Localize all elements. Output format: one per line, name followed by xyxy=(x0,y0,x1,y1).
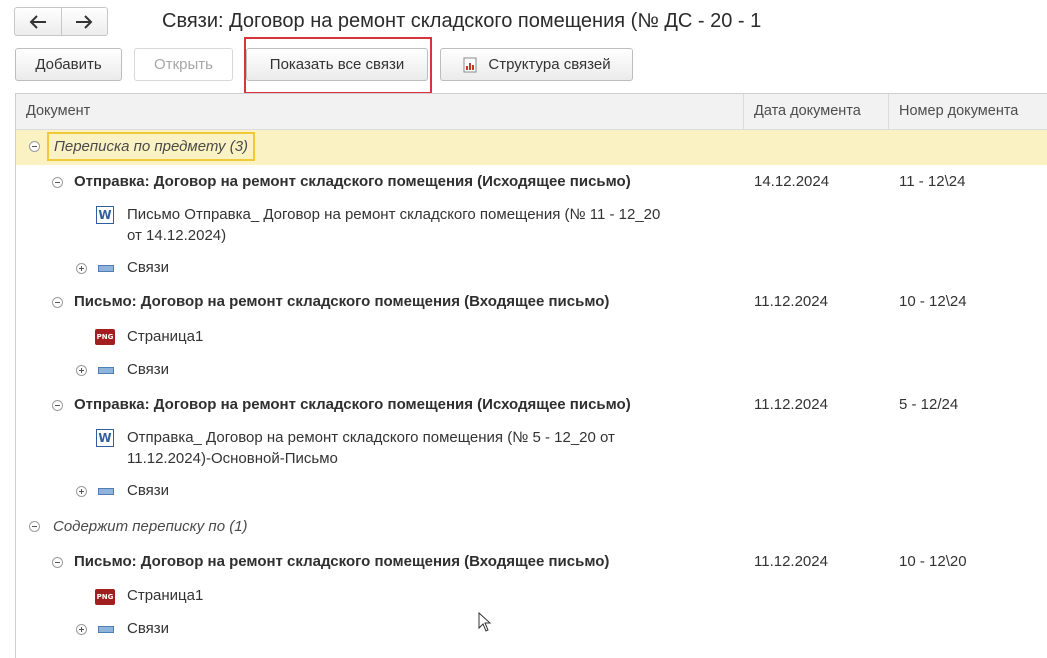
file-row[interactable]: W Отправка_ Договор на ремонт складского… xyxy=(16,423,1047,473)
document-title: Письмо: Договор на ремонт складского пом… xyxy=(74,293,610,310)
document-date: 11.12.2024 xyxy=(754,293,828,310)
collapse-icon[interactable] xyxy=(29,521,40,532)
word-document-icon: W xyxy=(96,429,114,447)
file-name: Отправка_ Договор на ремонт складского п… xyxy=(127,427,727,469)
table-row[interactable]: Отправка: Договор на ремонт складского п… xyxy=(16,165,1047,200)
report-structure-icon xyxy=(463,57,477,72)
document-date: 14.12.2024 xyxy=(754,173,830,190)
file-name: Письмо Отправка_ Договор на ремонт склад… xyxy=(127,204,727,246)
file-row[interactable]: PNG Страница1 xyxy=(16,320,1047,354)
arrow-left-icon xyxy=(29,14,46,29)
collapse-icon[interactable] xyxy=(52,177,63,188)
expand-icon[interactable] xyxy=(76,365,87,376)
column-header-document[interactable]: Документ xyxy=(16,94,743,129)
expand-icon[interactable] xyxy=(76,624,87,635)
open-button[interactable]: Открыть xyxy=(134,48,233,81)
word-document-icon: W xyxy=(96,206,114,224)
document-number: 11 - 12\24 xyxy=(899,173,966,190)
file-row[interactable]: PNG Страница1 xyxy=(16,580,1047,614)
toolbar: Добавить Открыть Показать все связи Стру… xyxy=(0,46,1047,86)
document-number: 10 - 12\24 xyxy=(899,293,967,310)
file-name: Страница1 xyxy=(127,587,204,604)
document-date: 11.12.2024 xyxy=(754,396,828,413)
collapse-icon[interactable] xyxy=(52,297,63,308)
file-name-line: Отправка_ Договор на ремонт складского п… xyxy=(127,429,615,446)
table-row[interactable]: Письмо: Договор на ремонт складского пом… xyxy=(16,285,1047,320)
links-label: Связи xyxy=(127,482,170,499)
links-row[interactable]: Связи xyxy=(16,354,1047,386)
links-icon xyxy=(98,488,114,495)
window-title: Связи: Договор на ремонт складского поме… xyxy=(162,10,762,32)
column-header-date[interactable]: Дата документа xyxy=(744,94,888,129)
links-row[interactable]: Связи xyxy=(16,614,1047,646)
links-icon xyxy=(98,626,114,633)
add-button[interactable]: Добавить xyxy=(15,48,122,81)
document-title: Письмо: Договор на ремонт складского пом… xyxy=(74,553,610,570)
document-title: Отправка: Договор на ремонт складского п… xyxy=(74,396,631,413)
png-image-icon: PNG xyxy=(95,329,115,345)
collapse-icon[interactable] xyxy=(52,557,63,568)
table-header: Документ Дата документа Номер документа xyxy=(16,94,1047,130)
table-row[interactable]: Отправка: Договор на ремонт складского п… xyxy=(16,388,1047,423)
links-icon xyxy=(98,265,114,272)
file-row[interactable]: W Письмо Отправка_ Договор на ремонт скл… xyxy=(16,200,1047,250)
links-table: Документ Дата документа Номер документа … xyxy=(15,93,1047,658)
group-row[interactable]: Содержит переписку по (1) xyxy=(16,510,1047,545)
links-label: Связи xyxy=(127,620,170,637)
collapse-icon[interactable] xyxy=(29,141,40,152)
document-number: 5 - 12/24 xyxy=(899,396,959,413)
link-structure-button[interactable]: Структура связей xyxy=(440,48,633,81)
document-date: 11.12.2024 xyxy=(754,553,828,570)
back-button[interactable] xyxy=(15,8,61,35)
group-row[interactable]: Переписка по предмету (3) xyxy=(16,130,1047,165)
expand-icon[interactable] xyxy=(76,263,87,274)
table-row[interactable]: Письмо: Договор на ремонт складского пом… xyxy=(16,545,1047,580)
png-image-icon: PNG xyxy=(95,589,115,605)
expand-icon[interactable] xyxy=(76,486,87,497)
group-label: Переписка по предмету (3) xyxy=(47,132,256,161)
file-name: Страница1 xyxy=(127,328,204,345)
arrow-right-icon xyxy=(76,14,93,29)
file-name-line: 11.12.2024)-Основной-Письмо xyxy=(127,450,338,467)
links-label: Связи xyxy=(127,361,170,378)
forward-button[interactable] xyxy=(60,8,108,35)
file-name-line: Письмо Отправка_ Договор на ремонт склад… xyxy=(127,206,661,223)
links-row[interactable]: Связи xyxy=(16,476,1047,508)
file-name-line: от 14.12.2024) xyxy=(127,227,227,244)
link-structure-label: Структура связей xyxy=(488,56,611,73)
navigation-buttons xyxy=(14,7,108,36)
column-header-number[interactable]: Номер документа xyxy=(889,94,1047,129)
document-number: 10 - 12\20 xyxy=(899,553,967,570)
group-label: Содержит переписку по (1) xyxy=(53,518,248,535)
links-icon xyxy=(98,367,114,374)
document-title: Отправка: Договор на ремонт складского п… xyxy=(74,173,631,190)
highlight-frame xyxy=(244,37,432,94)
links-row[interactable]: Связи xyxy=(16,252,1047,284)
links-label: Связи xyxy=(127,259,170,276)
title-bar: Связи: Договор на ремонт складского поме… xyxy=(0,0,1047,46)
mouse-cursor-icon xyxy=(478,612,492,632)
collapse-icon[interactable] xyxy=(52,400,63,411)
